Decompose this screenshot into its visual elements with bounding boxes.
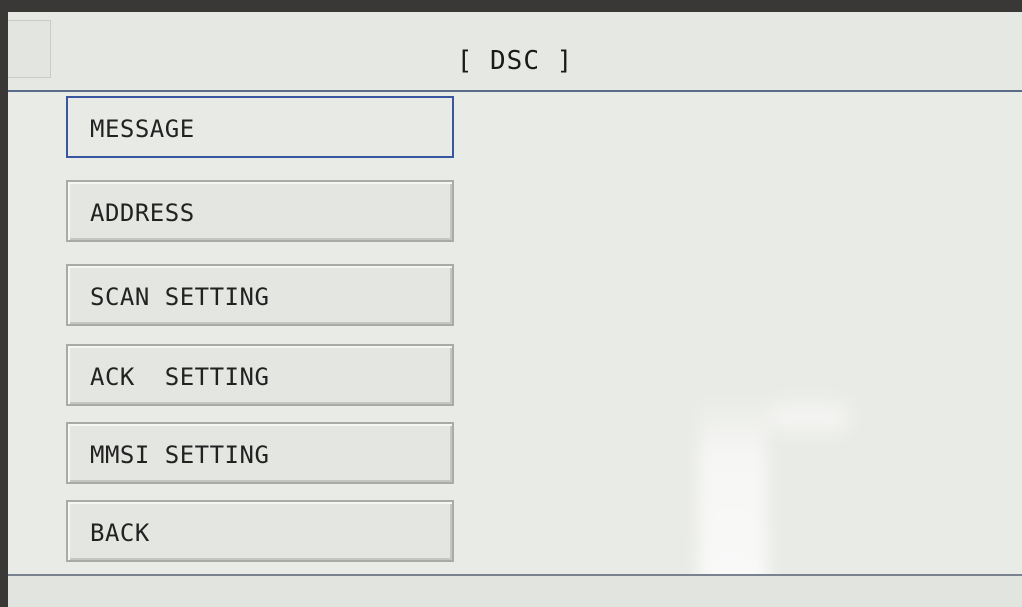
mmsi-setting-button[interactable]: MMSI SETTING [66,422,454,484]
address-button[interactable]: ADDRESS [66,180,454,242]
mmsi-setting-button-label: MMSI SETTING [90,441,270,469]
scan-setting-button-label: SCAN SETTING [90,283,270,311]
page-title: [ DSC ] [456,46,574,76]
ack-setting-button-label: ACK SETTING [90,363,270,391]
address-button-label: ADDRESS [90,199,195,227]
ack-setting-button[interactable]: ACK SETTING [66,344,454,406]
message-button[interactable]: MESSAGE [66,96,454,158]
scan-setting-button[interactable]: SCAN SETTING [66,264,454,326]
title-bar: [ DSC ] [8,12,1022,92]
back-button[interactable]: BACK [66,500,454,562]
status-bar [8,574,1022,607]
back-button-label: BACK [90,519,150,547]
display-screen: [ DSC ] MESSAGE ADDRESS SCAN SETTING ACK… [8,12,1022,607]
message-button-label: MESSAGE [90,115,195,143]
screen-glare-highlight [768,402,848,432]
